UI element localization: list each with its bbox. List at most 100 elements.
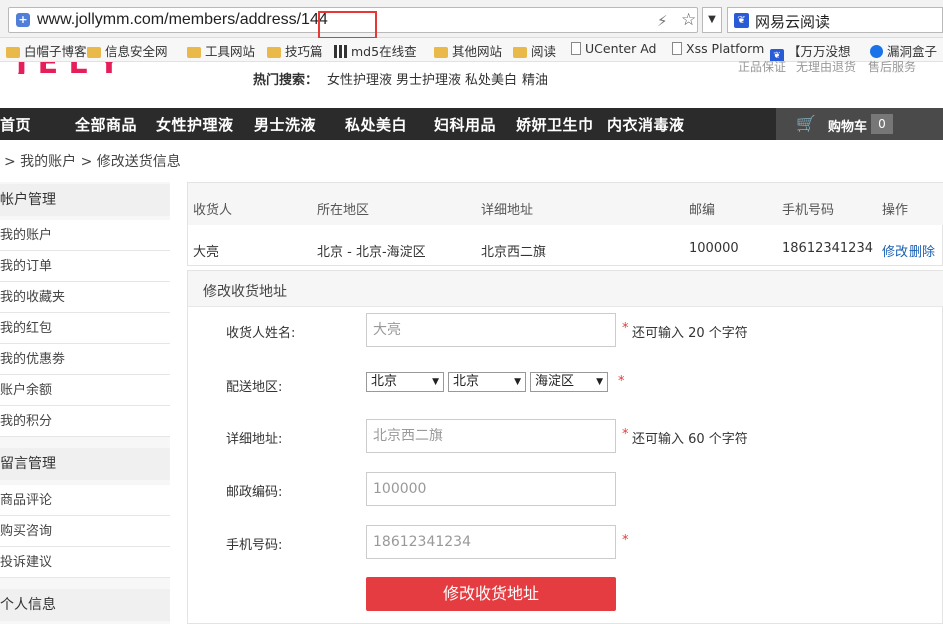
nav-item-all-products[interactable]: 全部商品 xyxy=(75,114,137,135)
address-char-hint: 还可输入 60 个字符 xyxy=(632,432,748,447)
security-shield-icon: + xyxy=(16,13,30,27)
cell-phone: 18612341234 xyxy=(782,241,873,256)
bookmark-item[interactable]: 信息安全网 xyxy=(87,41,168,60)
nav-item-underwear-disinfectant[interactable]: 内衣消毒液 xyxy=(607,114,685,135)
sidebar-item-favorites[interactable]: 我的收藏夹 xyxy=(0,282,170,313)
column-header: 详细地址 xyxy=(481,203,534,218)
search-box[interactable]: ❦ 网易云阅读 xyxy=(727,7,943,33)
bookmark-item[interactable]: Xss Platform xyxy=(672,41,764,56)
province-select[interactable]: 北京 ▼ xyxy=(366,372,444,392)
table-header: 收货人 所在地区 详细地址 邮编 手机号码 操作 xyxy=(188,183,943,225)
city-select[interactable]: 北京 ▼ xyxy=(448,372,526,392)
nav-item-gynecology[interactable]: 妇科用品 xyxy=(434,114,496,135)
bookmark-item[interactable]: md5在线查 xyxy=(334,41,417,60)
form-title: 修改收货地址 xyxy=(203,284,287,300)
url-highlight-box xyxy=(318,11,377,39)
folder-icon xyxy=(187,47,201,58)
sidebar-item-my-orders[interactable]: 我的订单 xyxy=(0,251,170,282)
nav-item-whitening[interactable]: 私处美白 xyxy=(345,114,407,135)
search-engine-icon: ❦ xyxy=(734,13,749,28)
column-header: 操作 xyxy=(882,203,909,218)
address-input[interactable]: 北京西二旗 xyxy=(366,419,616,453)
required-mark: * xyxy=(622,321,629,336)
nav-item-male-wash[interactable]: 男士洗液 xyxy=(254,114,316,135)
bookmark-item[interactable]: UCenter Ad xyxy=(571,41,656,56)
shopping-cart-icon: 🛒 xyxy=(796,114,816,133)
sidebar-item-my-account[interactable]: 我的账户 xyxy=(0,220,170,251)
search-engine-label: 网易云阅读 xyxy=(755,13,831,31)
hot-search-item[interactable]: 精油 xyxy=(522,69,548,88)
recipient-name-input[interactable]: 大亮 xyxy=(366,313,616,347)
cell-address: 北京西二旗 xyxy=(481,245,547,260)
cart-label: 购物车 xyxy=(828,120,868,135)
bookmark-item[interactable]: 白帽子博客 xyxy=(6,41,87,60)
cell-zip: 100000 xyxy=(689,241,739,256)
required-mark: * xyxy=(622,427,629,442)
main-nav: 首页 全部商品 女性护理液 男士洗液 私处美白 妇科用品 娇妍卫生巾 内衣消毒液… xyxy=(0,108,943,140)
bookmark-item[interactable]: 技巧篇 xyxy=(267,41,323,60)
sidebar-item-red-packets[interactable]: 我的红包 xyxy=(0,313,170,344)
bookmark-item[interactable]: 工具网站 xyxy=(187,41,255,60)
zip-input[interactable]: 100000 xyxy=(366,472,616,506)
cart-button[interactable]: 🛒 购物车 0 xyxy=(776,108,943,140)
folder-icon xyxy=(267,47,281,58)
guarantee-item: 无理由退货 xyxy=(796,60,857,74)
folder-icon xyxy=(513,47,527,58)
cell-region: 北京 - 北京-海淀区 xyxy=(317,245,426,260)
breadcrumb: > 我的账户 > 修改送货信息 xyxy=(4,154,181,170)
url-dropdown-button[interactable]: ▼ xyxy=(702,7,722,33)
address-label: 详细地址: xyxy=(226,432,283,447)
edit-link[interactable]: 修改 xyxy=(882,241,908,260)
url-text[interactable]: www.jollymm.com/members/address/144 xyxy=(37,11,328,29)
grid-icon xyxy=(334,45,347,58)
sidebar-item-coupons[interactable]: 我的优惠劵 xyxy=(0,344,170,375)
sidebar-section-title: 个人信息 xyxy=(0,589,170,621)
hot-search-item[interactable]: 男士护理液 xyxy=(396,69,461,88)
folder-icon xyxy=(87,47,101,58)
nav-item-female-care[interactable]: 女性护理液 xyxy=(156,114,234,135)
guarantee-item: 售后服务 xyxy=(868,60,917,74)
column-header: 邮编 xyxy=(689,203,716,218)
submit-address-button[interactable]: 修改收货地址 xyxy=(366,577,616,611)
page-icon xyxy=(672,42,682,55)
bookmark-item[interactable]: 阅读 xyxy=(513,41,556,60)
site-logo[interactable]: J E L Y xyxy=(16,62,134,74)
account-sidebar: 帐户管理 我的账户 我的订单 我的收藏夹 我的红包 我的优惠劵 账户余额 我的积… xyxy=(0,182,170,624)
address-table: 收货人 所在地区 详细地址 邮编 手机号码 操作 大亮 北京 - 北京-海淀区 … xyxy=(187,182,943,266)
phone-label: 手机号码: xyxy=(226,538,283,553)
sidebar-item-points[interactable]: 我的积分 xyxy=(0,406,170,437)
dropdown-arrow-icon: ▼ xyxy=(514,377,521,387)
district-select[interactable]: 海淀区 ▼ xyxy=(530,372,608,392)
required-mark: * xyxy=(618,374,625,389)
sidebar-item-inquiries[interactable]: 购买咨询 xyxy=(0,516,170,547)
page-icon xyxy=(571,42,581,55)
sidebar-item-complaints[interactable]: 投诉建议 xyxy=(0,547,170,578)
lightning-icon[interactable]: ⚡ xyxy=(657,12,668,30)
hot-search-label: 热门搜索： xyxy=(253,73,319,88)
dropdown-arrow-icon: ▼ xyxy=(432,377,439,387)
address-bar[interactable]: + www.jollymm.com/members/address/144 ⚡ … xyxy=(8,7,698,39)
hot-search-item[interactable]: 女性护理液 xyxy=(327,69,392,88)
folder-icon xyxy=(434,47,448,58)
hexagon-icon xyxy=(870,45,883,58)
phone-input[interactable]: 18612341234 xyxy=(366,525,616,559)
bookmark-item[interactable]: 其他网站 xyxy=(434,41,502,60)
folder-icon xyxy=(6,47,20,58)
delete-link[interactable]: 删除 xyxy=(909,241,935,260)
cell-recipient: 大亮 xyxy=(193,245,220,260)
bookmark-star-icon[interactable]: ☆ xyxy=(681,10,696,30)
form-title-bar: 修改收货地址 xyxy=(188,271,943,307)
edit-address-form: 修改收货地址 收货人姓名: 大亮 * 还可输入 20 个字符 配送地区: 北京 ▼… xyxy=(187,270,943,624)
sidebar-section-title: 帐户管理 xyxy=(0,184,170,216)
guarantee-item: 正品保证 xyxy=(738,60,787,74)
column-header: 收货人 xyxy=(193,203,233,218)
hot-search-item[interactable]: 私处美白 xyxy=(465,69,517,88)
nav-item-sanitary-pads[interactable]: 娇妍卫生巾 xyxy=(516,114,594,135)
browser-toolbar: + www.jollymm.com/members/address/144 ⚡ … xyxy=(0,0,943,39)
sidebar-item-balance[interactable]: 账户余额 xyxy=(0,375,170,406)
nav-item-home[interactable]: 首页 xyxy=(0,114,31,135)
cart-count-badge: 0 xyxy=(871,114,893,134)
zip-label: 邮政编码: xyxy=(226,485,283,500)
sidebar-item-reviews[interactable]: 商品评论 xyxy=(0,485,170,516)
required-mark: * xyxy=(622,533,629,548)
